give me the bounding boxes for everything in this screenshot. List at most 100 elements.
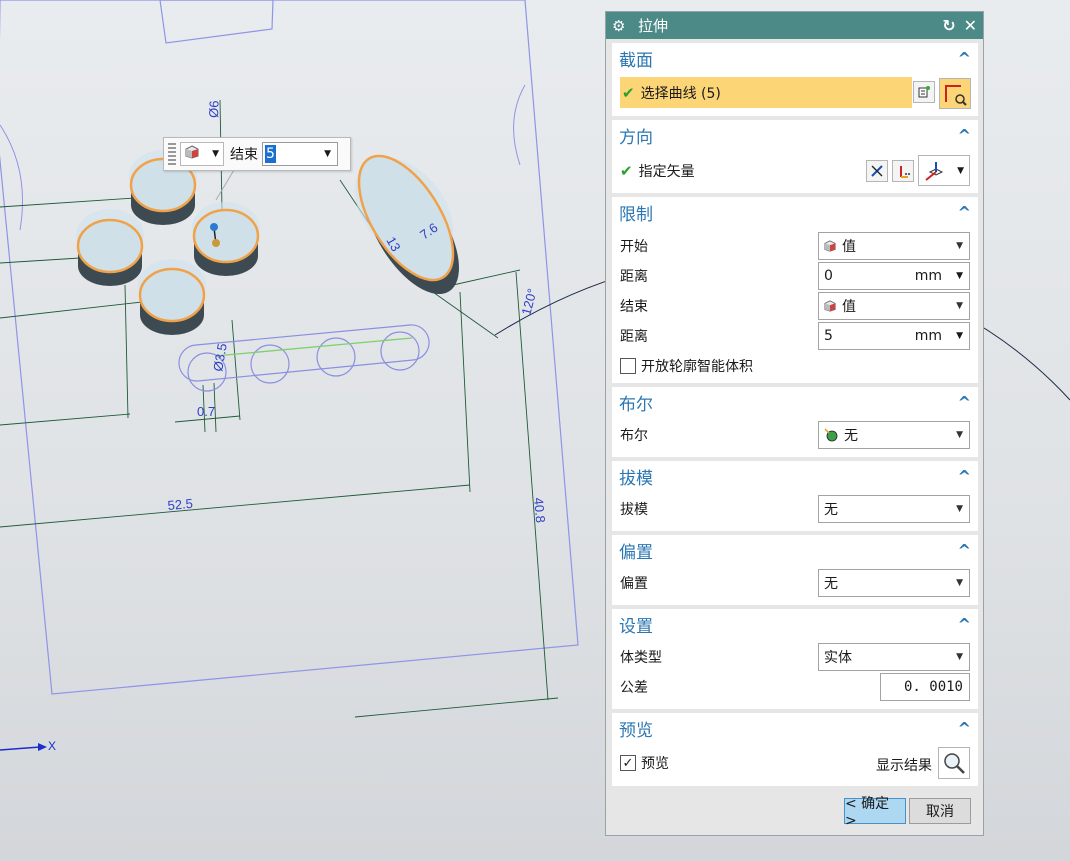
direction-header[interactable]: 方向 ^ [612,120,978,151]
end-type-value: 值 [842,299,856,315]
chevron-down-icon: ▼ [956,241,963,251]
show-result-label: 显示结果 [876,758,932,774]
specify-vector-label: 指定矢量 [638,164,695,180]
chevron-up-icon[interactable]: ^ [958,393,971,412]
chevron-down-icon: ▼ [956,430,963,440]
drag-grip-icon[interactable] [168,143,176,165]
limits-title: 限制 [619,205,653,225]
end-value-input[interactable]: 5 ▼ [262,142,338,166]
vector-dialog-icon[interactable] [892,160,914,182]
section-title: 截面 [619,51,653,71]
start-type-value: 值 [842,239,856,255]
chevron-up-icon[interactable]: ^ [958,719,971,738]
boolean-header[interactable]: 布尔 ^ [612,387,978,418]
close-icon[interactable]: ✕ [964,16,977,35]
magnifier-icon [942,751,966,775]
boolean-none-icon [824,428,838,442]
chevron-down-icon[interactable]: ▼ [956,331,963,341]
chevron-up-icon[interactable]: ^ [958,615,971,634]
boolean-dropdown[interactable]: 无 ▼ [818,421,970,449]
chevron-down-icon: ▼ [957,165,964,176]
preview-panel: 预览 ^ ✓ 预览 显示结果 [612,713,978,786]
show-result-button[interactable] [938,747,970,779]
limits-header[interactable]: 限制 ^ [612,197,978,228]
draft-label: 拔模 [620,502,648,518]
preview-title: 预览 [619,721,653,741]
chevron-down-icon[interactable]: ▼ [324,149,331,159]
draft-value: 无 [824,502,838,518]
chevron-down-icon: ▼ [956,578,963,588]
tolerance-input[interactable]: 0. 0010 [880,673,970,701]
direction-title: 方向 [619,128,653,148]
gear-icon[interactable]: ⚙ [612,17,630,35]
open-profile-row[interactable]: 开放轮廓智能体积 [620,352,970,380]
boolean-value: 无 [844,428,858,444]
chevron-down-icon: ▼ [212,149,219,159]
start-type-dropdown[interactable]: 值 ▼ [818,232,970,260]
cube-icon [824,300,836,312]
vector-type-dropdown[interactable]: ▼ [918,155,970,186]
chevron-up-icon[interactable]: ^ [958,541,971,560]
settings-panel: 设置 ^ 体类型 实体 ▼ 公差 0. 0010 [612,609,978,709]
offset-value: 无 [824,576,838,592]
tolerance-label: 公差 [620,680,648,696]
body-type-dropdown[interactable]: 实体 ▼ [818,643,970,671]
distance2-label: 距离 [620,329,648,345]
reset-icon[interactable]: ↻ [942,16,955,35]
end-distance-unit: mm [914,328,943,344]
dim-120-deg: 120° [518,287,539,317]
direction-panel: 方向 ^ ✔ 指定矢量 ▼ [612,120,978,193]
chevron-down-icon[interactable]: ▼ [956,271,963,281]
open-profile-label: 开放轮廓智能体积 [641,359,753,375]
body-type-label: 体类型 [620,650,662,666]
axis-x-label: X [48,739,57,753]
floating-end-toolbar: ▼ 结束 5 ▼ [163,137,351,171]
curve-select-icon[interactable] [939,78,971,109]
preview-checkbox[interactable]: ✓ [620,755,636,771]
offset-dropdown[interactable]: 无 ▼ [818,569,970,597]
offset-header[interactable]: 偏置 ^ [612,535,978,566]
start-distance-input[interactable]: 0 mm ▼ [818,262,970,290]
draft-title: 拔模 [619,469,653,489]
end-value-text: 5 [265,145,276,163]
chevron-up-icon[interactable]: ^ [958,126,971,145]
dim-diameter-6: Ø6 [206,100,222,118]
check-icon: ✔ [622,83,635,102]
start-distance-value: 0 [824,268,833,284]
settings-title: 设置 [619,617,653,637]
cancel-button[interactable]: 取消 [909,798,971,824]
chevron-up-icon[interactable]: ^ [958,467,971,486]
dialog-titlebar[interactable]: ⚙ 拉伸 ↻ ✕ [606,12,983,39]
cube-icon [824,240,836,252]
offset-panel: 偏置 ^ 偏置 无 ▼ [612,535,978,605]
chevron-up-icon[interactable]: ^ [958,203,971,222]
check-icon: ✔ [620,162,633,180]
extrude-dialog: ⚙ 拉伸 ↻ ✕ 截面 ^ ✔ 选择曲线 (5) 方向 ^ ✔ 指定矢量 ▼ 限… [605,11,984,836]
end-distance-value: 5 [824,328,833,344]
reverse-direction-icon[interactable] [866,160,888,182]
open-profile-checkbox[interactable] [620,358,636,374]
draft-panel: 拔模 ^ 拔模 无 ▼ [612,461,978,531]
sketch-section-icon[interactable] [913,81,935,103]
offset-label: 偏置 [620,576,648,592]
start-distance-unit: mm [914,268,943,284]
section-header[interactable]: 截面 ^ [612,43,978,74]
select-curve-row[interactable]: ✔ 选择曲线 (5) [620,77,912,108]
end-distance-input[interactable]: 5 mm ▼ [818,322,970,350]
boolean-title: 布尔 [619,395,653,415]
draft-dropdown[interactable]: 无 ▼ [818,495,970,523]
dialog-title: 拉伸 [638,17,669,35]
end-type-dropdown[interactable]: ▼ [180,142,224,166]
offset-title: 偏置 [619,543,653,563]
settings-header[interactable]: 设置 ^ [612,609,978,640]
preview-header[interactable]: 预览 ^ [612,713,978,744]
draft-header[interactable]: 拔模 ^ [612,461,978,492]
end-label: 结束 [230,147,258,163]
limits-panel: 限制 ^ 开始 值 ▼ 距离 0 mm ▼ 结束 值 ▼ 距离 5 mm ▼ 开… [612,197,978,383]
chevron-up-icon[interactable]: ^ [958,49,971,68]
tolerance-value: 0. 0010 [903,679,963,695]
distance1-label: 距离 [620,269,648,285]
end-type-dropdown[interactable]: 值 ▼ [818,292,970,320]
ok-button[interactable]: < 确定 > [844,796,906,829]
select-curve-label: 选择曲线 (5) [640,85,721,102]
